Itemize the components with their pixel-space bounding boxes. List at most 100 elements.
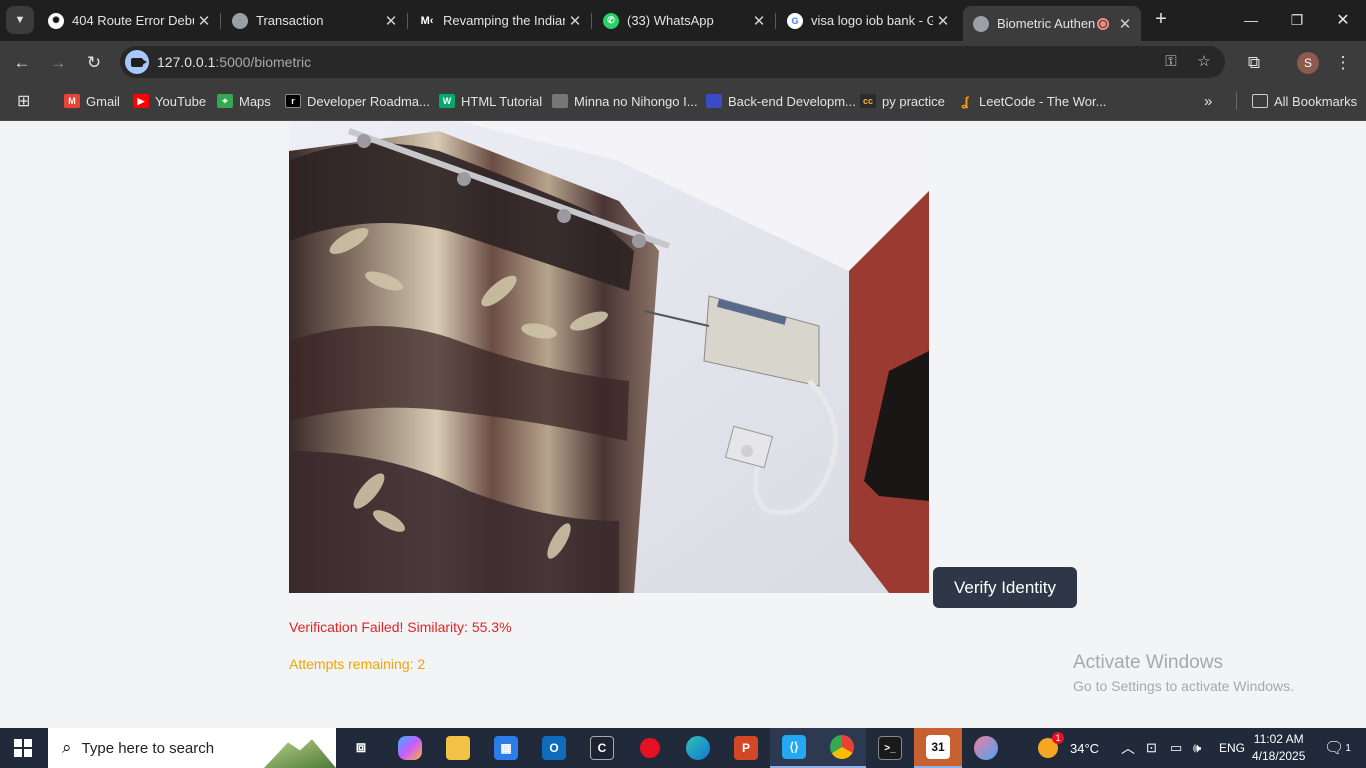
reload-button[interactable]: ↻ <box>80 49 108 77</box>
terminal-icon[interactable]: >_ <box>866 728 914 768</box>
bookmark-minna-no-nihongo[interactable]: Minna no Nihongo I... <box>552 92 698 110</box>
microsoft-store-icon[interactable]: ▦ <box>482 728 530 768</box>
tab-visa-logo-search[interactable]: G visa logo iob bank - G ✕ <box>777 6 959 35</box>
medium-icon: M‹ <box>420 14 434 27</box>
recording-icon <box>1097 17 1109 30</box>
weather-temperature: 34°C <box>1070 740 1100 756</box>
browser-toolbar: ← → ↻ 127.0.0.1:5000/biometric ⚿ ☆ ⧉ S ⋮ <box>0 41 1366 84</box>
powerpoint-icon[interactable]: P <box>722 728 770 768</box>
tab-404-route-error[interactable]: ✺ 404 Route Error Debu ✕ <box>38 6 221 35</box>
task-view-icon[interactable]: ⧈ <box>337 728 385 768</box>
search-highlight-illustration <box>264 739 336 768</box>
forward-button[interactable]: → <box>44 49 72 77</box>
more-bookmarks-chevron-icon[interactable]: » <box>1204 92 1212 110</box>
volume-icon[interactable]: 🕪 <box>1193 728 1201 768</box>
tab-search-button[interactable]: ▼ <box>6 6 34 34</box>
bookmark-youtube[interactable]: ▶ YouTube <box>133 92 206 110</box>
clock-time: 11:02 AM <box>1253 732 1304 746</box>
url-text[interactable]: 127.0.0.1:5000/biometric <box>157 54 311 70</box>
bookmark-leetcode[interactable]: ʆ LeetCode - The Wor... <box>957 92 1106 110</box>
tab-title: (33) WhatsApp <box>627 13 714 28</box>
weather-widget[interactable]: 1 34°C <box>1038 728 1099 768</box>
bookmark-py-practice[interactable]: cc py practice <box>860 92 945 110</box>
all-bookmarks-folder[interactable]: All Bookmarks <box>1252 92 1357 110</box>
file-explorer-icon[interactable] <box>434 728 482 768</box>
windows-taskbar: ⌕ Type here to search ⧈ ▦ O C P ⟨⟩ >_ 31… <box>0 728 1366 768</box>
verify-identity-button[interactable]: Verify Identity <box>933 567 1077 608</box>
activate-windows-title: Activate Windows <box>1073 652 1223 673</box>
activate-windows-watermark: Activate Windows Go to Settings to activ… <box>1073 652 1294 694</box>
bookmark-maps[interactable]: ⌖ Maps <box>217 92 271 110</box>
tab-transaction[interactable]: Transaction ✕ <box>222 6 408 35</box>
bookmark-backend-development[interactable]: Back-end Developm... <box>706 92 856 110</box>
close-icon[interactable]: ✕ <box>565 12 585 30</box>
tab-title: Revamping the Indian <box>443 13 565 28</box>
tab-separator <box>775 13 776 29</box>
tab-revamping-the-indian[interactable]: M‹ Revamping the Indian ✕ <box>409 6 592 35</box>
snipping-tool-icon[interactable] <box>962 728 1010 768</box>
tab-title: Transaction <box>256 13 324 28</box>
webcam-video-feed <box>289 121 929 593</box>
battery-icon[interactable]: ▭ <box>1170 728 1182 768</box>
tab-separator <box>591 13 592 29</box>
tray-overflow-chevron-icon[interactable]: ︿ <box>1121 728 1135 768</box>
intellij-icon[interactable]: C <box>578 728 626 768</box>
minimize-button[interactable]: — <box>1228 0 1274 40</box>
tab-separator <box>407 13 408 29</box>
weather-badge: 1 <box>1052 732 1064 744</box>
taskbar-clock[interactable]: 11:02 AM 4/18/2025 <box>1252 731 1305 765</box>
activate-windows-subtitle: Go to Settings to activate Windows. <box>1073 678 1294 694</box>
copilot-icon[interactable] <box>386 728 434 768</box>
youtube-icon: ▶ <box>133 94 149 108</box>
attempts-remaining-message: Attempts remaining: 2 <box>289 656 426 672</box>
bookmark-developer-roadmap[interactable]: r Developer Roadma... <box>285 92 430 110</box>
tab-separator <box>220 13 221 29</box>
windows-start-icon[interactable] <box>14 739 32 757</box>
gmail-icon: M <box>64 94 80 108</box>
search-placeholder: Type here to search <box>81 739 215 757</box>
close-icon[interactable]: ✕ <box>933 12 953 30</box>
notification-center-icon[interactable]: 🗨 1 <box>1324 728 1351 768</box>
bookmarks-divider <box>1236 92 1237 110</box>
chrome-icon[interactable] <box>818 728 866 768</box>
close-icon[interactable]: ✕ <box>749 12 769 30</box>
bookmark-gmail[interactable]: M Gmail <box>64 92 120 110</box>
calendar-icon[interactable]: 31 <box>914 728 962 768</box>
language-indicator[interactable]: ENG <box>1219 728 1245 768</box>
address-bar[interactable]: 127.0.0.1:5000/biometric ⚿ ☆ <box>120 46 1225 78</box>
leetcode-icon: ʆ <box>961 93 969 109</box>
search-icon: ⌕ <box>62 738 72 757</box>
extensions-icon[interactable]: ⧉ <box>1240 49 1268 77</box>
tab-biometric-authentication[interactable]: Biometric Authen ✕ <box>963 6 1141 41</box>
close-icon[interactable]: ✕ <box>381 12 401 30</box>
whatsapp-icon: ✆ <box>603 12 619 29</box>
biometric-page: Verify Identity Verification Failed! Sim… <box>0 121 1366 728</box>
recorder-icon[interactable] <box>626 728 674 768</box>
meet-now-icon[interactable]: ⊡ <box>1146 728 1157 768</box>
outlook-icon[interactable]: O <box>530 728 578 768</box>
close-icon[interactable]: ✕ <box>194 12 214 30</box>
w3schools-icon: W <box>439 94 455 108</box>
tab-title: visa logo iob bank - G <box>811 13 933 28</box>
profile-avatar[interactable]: S <box>1297 52 1319 74</box>
chatgpt-icon: ✺ <box>48 12 64 29</box>
apps-grid-icon[interactable]: ⊞ <box>17 92 30 110</box>
vscode-icon[interactable]: ⟨⟩ <box>770 728 818 768</box>
bookmark-star-icon[interactable]: ☆ <box>1194 52 1214 72</box>
restore-button[interactable]: ❐ <box>1274 0 1320 40</box>
bookmark-html-tutorial[interactable]: W HTML Tutorial <box>439 92 542 110</box>
back-button[interactable]: ← <box>8 49 36 77</box>
notification-count: 1 <box>1345 742 1351 754</box>
close-icon[interactable]: ✕ <box>1115 15 1135 33</box>
password-key-icon[interactable]: ⚿ <box>1161 52 1181 72</box>
menu-kebab-icon[interactable]: ⋮ <box>1329 49 1357 77</box>
close-window-button[interactable]: ✕ <box>1320 0 1366 40</box>
new-tab-button[interactable]: + <box>1150 8 1172 30</box>
camera-in-use-icon[interactable] <box>125 50 149 74</box>
bookmarks-bar: ⊞ M Gmail ▶ YouTube ⌖ Maps r Developer Roadm… <box>0 84 1366 121</box>
edge-icon[interactable] <box>674 728 722 768</box>
taskbar-search-box[interactable]: ⌕ Type here to search <box>48 728 336 768</box>
google-icon: G <box>787 12 803 29</box>
tab-whatsapp[interactable]: ✆ (33) WhatsApp ✕ <box>593 6 776 35</box>
globe-icon <box>232 12 248 29</box>
